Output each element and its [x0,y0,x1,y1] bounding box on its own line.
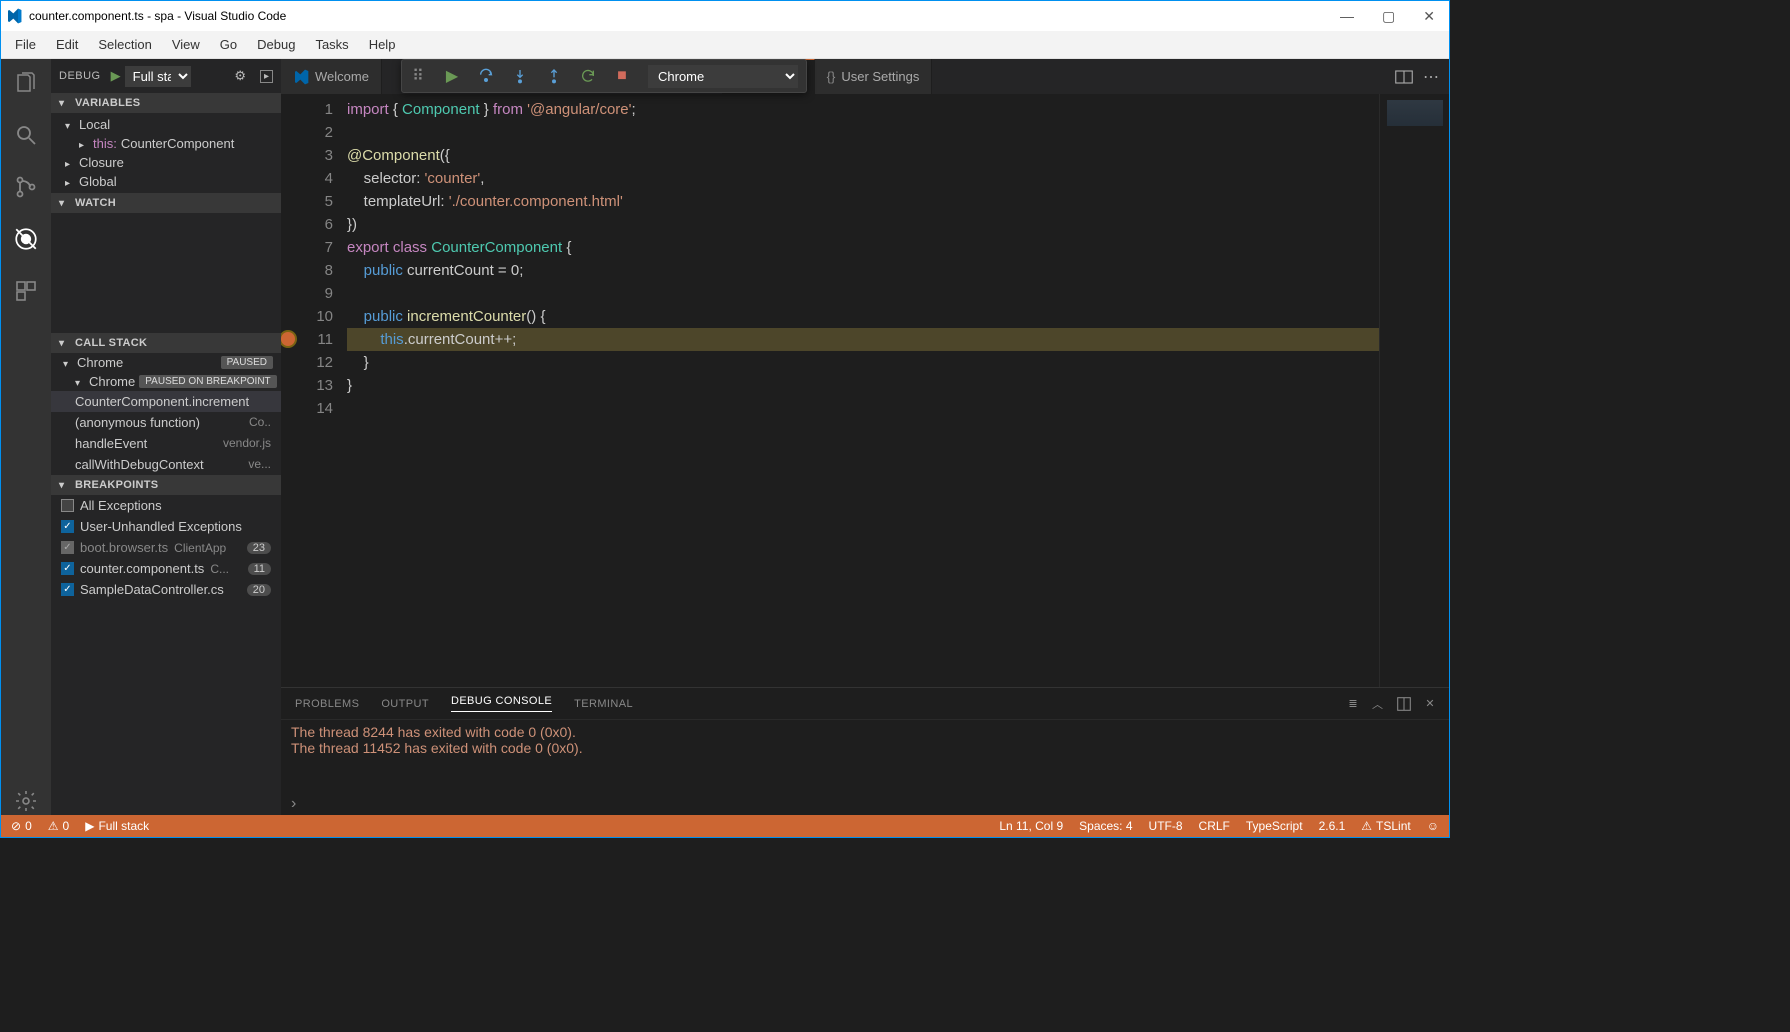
maximize-icon[interactable]: ▢ [1382,8,1395,25]
explorer-icon[interactable] [12,69,40,97]
debug-config-select[interactable]: Full stack [125,66,191,87]
panel-tab-output[interactable]: OUTPUT [381,698,429,710]
drag-handle-icon[interactable]: ⠿ [410,68,426,84]
status-encoding[interactable]: UTF-8 [1149,819,1183,833]
breakpoint-hit-icon[interactable] [281,332,295,346]
callstack-thread[interactable]: ChromePAUSED ON BREAKPOINT [51,372,281,391]
variables-section[interactable]: VARIABLES [51,93,281,113]
checkbox-icon[interactable]: ✓ [61,583,74,596]
clear-console-icon[interactable]: ≣ [1348,697,1358,710]
debug-sidebar: DEBUG ▶ Full stack ⚙ ▸ VARIABLES Local t… [51,59,281,815]
scm-icon[interactable] [12,173,40,201]
breakpoint-row[interactable]: ✓counter.component.tsC...11 [51,558,281,579]
debug-title: DEBUG [59,70,101,82]
callstack-frame[interactable]: (anonymous function)Co.. [51,412,281,433]
callstack-root[interactable]: ChromePAUSED [51,353,281,372]
menubar: File Edit Selection View Go Debug Tasks … [1,31,1449,59]
breakpoints-section[interactable]: BREAKPOINTS [51,475,281,495]
menu-debug[interactable]: Debug [249,35,303,54]
callstack-frame[interactable]: callWithDebugContextve... [51,454,281,475]
menu-help[interactable]: Help [361,35,404,54]
stop-icon[interactable]: ■ [614,68,630,84]
panel-tab-terminal[interactable]: TERMINAL [574,698,633,710]
breakpoint-row[interactable]: ✓SampleDataController.cs20 [51,579,281,600]
status-tslint[interactable]: ⚠ TSLint [1361,819,1410,833]
panel-tab-problems[interactable]: PROBLEMS [295,698,359,710]
status-eol[interactable]: CRLF [1199,819,1230,833]
debug-target-select[interactable]: Chrome [648,65,798,88]
debug-console-input[interactable]: › [281,791,1449,815]
minimap[interactable] [1379,94,1449,687]
menu-file[interactable]: File [7,35,44,54]
minimize-icon[interactable]: — [1340,8,1354,25]
debug-icon[interactable] [12,225,40,253]
extensions-icon[interactable] [12,277,40,305]
scope-closure[interactable]: Closure [51,153,281,172]
scope-local[interactable]: Local [51,115,281,134]
tab-welcome[interactable]: Welcome [281,59,382,94]
debug-console-output: The thread 8244 has exited with code 0 (… [281,720,1449,791]
menu-selection[interactable]: Selection [90,35,159,54]
callstack-frame[interactable]: CounterComponent.increment [51,391,281,412]
panel-close-icon[interactable]: ✕ [1425,697,1435,710]
breakpoint-row[interactable]: All Exceptions [51,495,281,516]
status-ts-version[interactable]: 2.6.1 [1319,819,1346,833]
search-icon[interactable] [12,121,40,149]
status-language[interactable]: TypeScript [1246,819,1303,833]
step-out-icon[interactable] [546,68,562,84]
callstack-frame[interactable]: handleEventvendor.js [51,433,281,454]
status-warnings[interactable]: ⚠ 0 [48,819,69,833]
debug-settings-gear-icon[interactable]: ⚙ [234,68,246,84]
start-debug-icon[interactable]: ▶ [111,68,121,84]
split-editor-icon[interactable] [1395,70,1413,84]
editor-tabs: Welcome ⠿ ▶ ■ Chrome ponent.ts × {} User… [281,59,1449,94]
code-editor[interactable]: 1234567891011121314 import { Component }… [281,94,1449,687]
menu-go[interactable]: Go [212,35,245,54]
panel-maximize-icon[interactable] [1397,697,1411,711]
menu-edit[interactable]: Edit [48,35,86,54]
tab-user-settings[interactable]: {} User Settings [815,59,933,94]
status-errors[interactable]: ⊘ 0 [11,819,32,833]
bottom-panel: PROBLEMS OUTPUT DEBUG CONSOLE TERMINAL ≣… [281,687,1449,815]
checkbox-icon[interactable]: ✓ [61,520,74,533]
continue-icon[interactable]: ▶ [444,68,460,84]
status-indentation[interactable]: Spaces: 4 [1079,819,1132,833]
close-icon[interactable]: ✕ [1423,8,1435,25]
window-title: counter.component.ts - spa - Visual Stud… [29,9,1340,23]
checkbox-icon[interactable] [61,499,74,512]
step-into-icon[interactable] [512,68,528,84]
checkbox-icon[interactable]: ✓ [61,541,74,554]
callstack-section[interactable]: CALL STACK [51,333,281,353]
status-launch[interactable]: ▶ Full stack [85,819,149,833]
debug-console-icon[interactable]: ▸ [260,70,273,83]
settings-gear-icon[interactable] [12,787,40,815]
watch-section[interactable]: WATCH [51,193,281,213]
var-this[interactable]: this: CounterComponent [51,134,281,153]
debug-toolbar[interactable]: ⠿ ▶ ■ Chrome [401,59,807,93]
statusbar: ⊘ 0 ⚠ 0 ▶ Full stack Ln 11, Col 9 Spaces… [1,815,1449,837]
restart-icon[interactable] [580,68,596,84]
breakpoint-row[interactable]: ✓User-Unhandled Exceptions [51,516,281,537]
breakpoint-row[interactable]: ✓boot.browser.tsClientApp23 [51,537,281,558]
titlebar: counter.component.ts - spa - Visual Stud… [1,1,1449,31]
status-feedback-icon[interactable]: ☺ [1427,819,1439,833]
panel-tab-debug-console[interactable]: DEBUG CONSOLE [451,695,552,712]
vscode-icon [5,7,23,25]
panel-collapse-icon[interactable]: ︿ [1372,696,1383,712]
line-gutter: 1234567891011121314 [299,94,347,687]
step-over-icon[interactable] [478,68,494,84]
menu-tasks[interactable]: Tasks [307,35,356,54]
more-actions-icon[interactable]: ⋯ [1423,67,1439,87]
scope-global[interactable]: Global [51,172,281,191]
checkbox-icon[interactable]: ✓ [61,562,74,575]
status-cursor-position[interactable]: Ln 11, Col 9 [999,819,1063,833]
menu-view[interactable]: View [164,35,208,54]
activity-bar [1,59,51,815]
